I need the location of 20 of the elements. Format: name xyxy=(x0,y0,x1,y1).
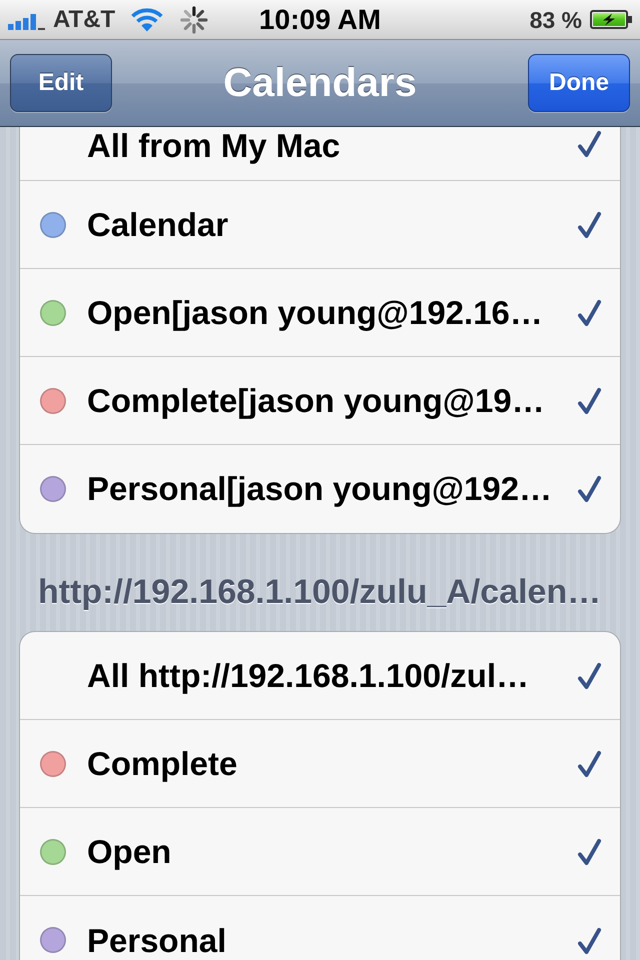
section-header: http://192.168.1.100/zulu_A/calen… xyxy=(37,572,602,613)
calendar-row[interactable]: Personal xyxy=(20,896,620,960)
calendar-row[interactable]: Complete[jason young@19… xyxy=(20,357,620,445)
clock-time: 10:09 AM xyxy=(259,4,381,36)
loading-spinner-icon xyxy=(180,6,208,34)
carrier-label: AT&T xyxy=(53,6,116,34)
calendar-row[interactable]: Complete xyxy=(20,720,620,808)
signal-bars-icon xyxy=(8,14,45,30)
calendar-row[interactable]: Open xyxy=(20,808,620,896)
done-button[interactable]: Done xyxy=(528,54,630,112)
edit-button[interactable]: Edit xyxy=(10,54,112,112)
calendar-row[interactable]: Personal[jason young@192… xyxy=(20,445,620,533)
wifi-icon xyxy=(131,8,164,32)
calendar-row[interactable]: All from My Mac xyxy=(20,127,620,181)
nav-title: Calendars xyxy=(223,60,417,106)
battery-charging-icon xyxy=(590,10,632,29)
battery-percent: 83 % xyxy=(530,6,582,34)
calendar-row[interactable]: Open[jason young@192.16… xyxy=(20,269,620,357)
calendar-row[interactable]: Calendar xyxy=(20,181,620,269)
calendar-row[interactable]: All http://192.168.1.100/zul… xyxy=(20,632,620,720)
